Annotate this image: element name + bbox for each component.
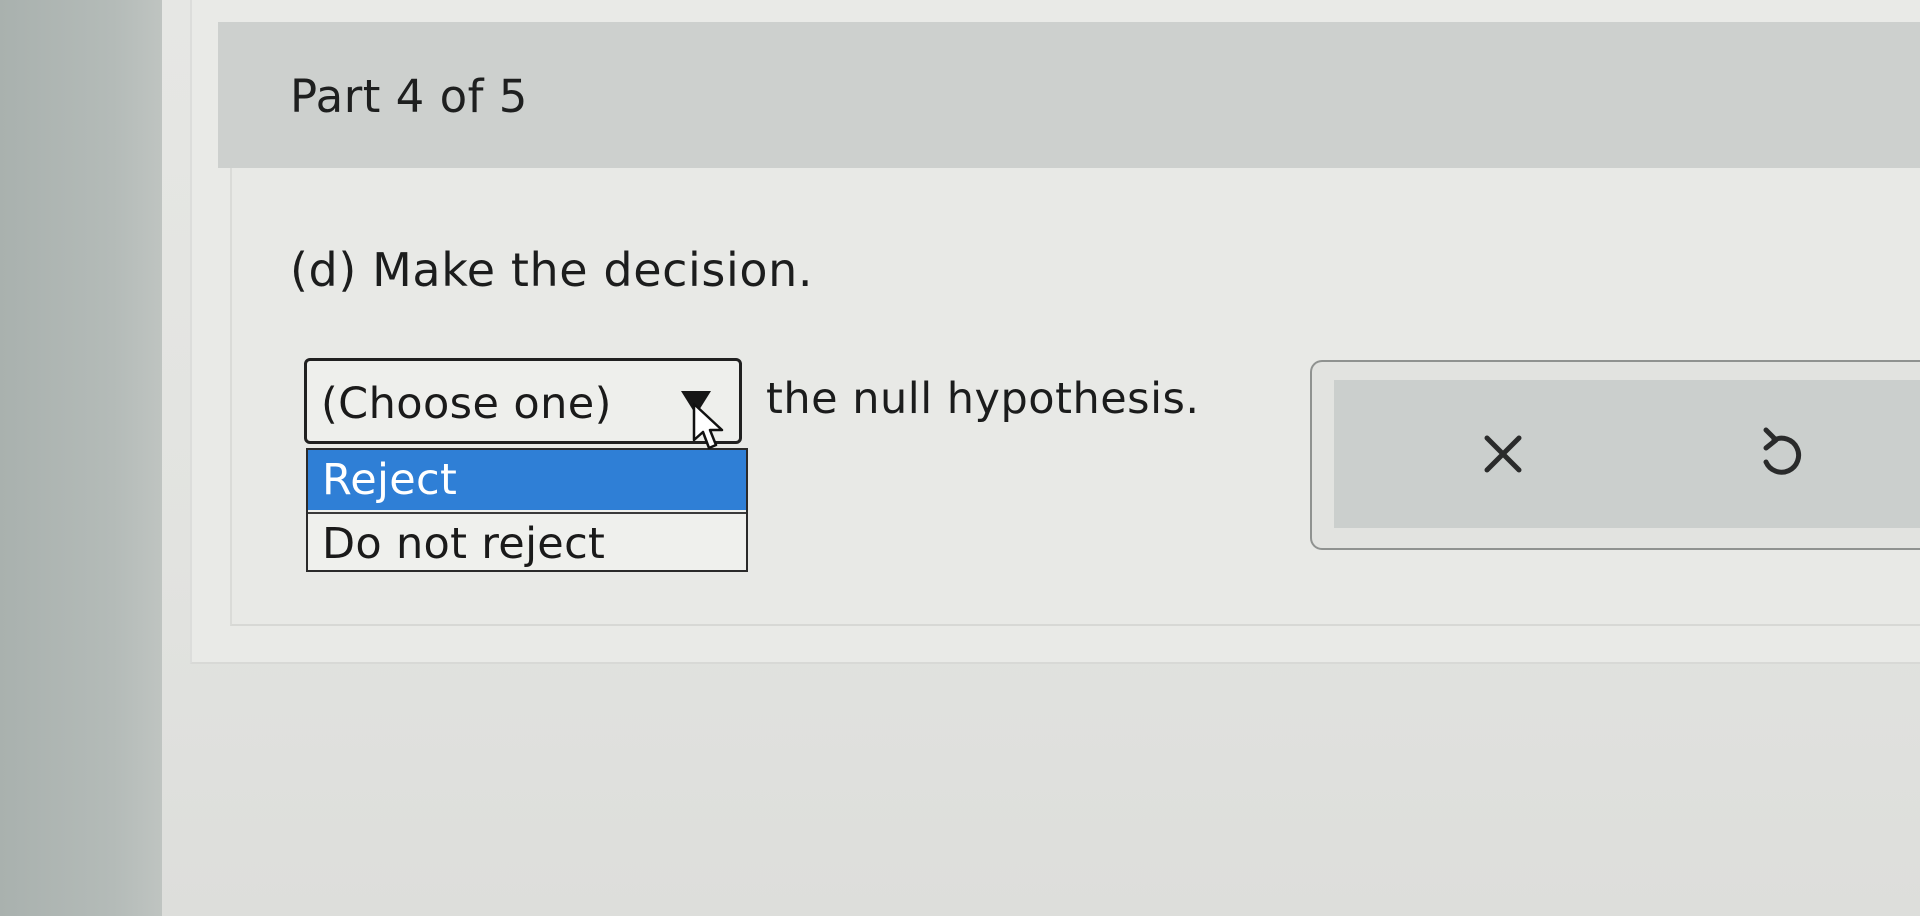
mouse-cursor-icon bbox=[692, 402, 724, 450]
part-title: Part 4 of 5 bbox=[290, 70, 528, 123]
question-prompt: (d) Make the decision. bbox=[290, 243, 814, 297]
decision-select[interactable]: (Choose one) bbox=[304, 358, 742, 444]
monitor-bezel bbox=[0, 0, 162, 916]
option-reject[interactable]: Reject bbox=[308, 450, 746, 510]
select-options-list: Reject Do not reject bbox=[306, 448, 748, 572]
action-buttons-bar bbox=[1334, 380, 1920, 528]
select-current-value: (Choose one) bbox=[321, 379, 612, 429]
answer-action-panel bbox=[1310, 360, 1920, 550]
select-trailing-text: the null hypothesis. bbox=[766, 374, 1200, 424]
option-do-not-reject[interactable]: Do not reject bbox=[308, 512, 746, 572]
undo-icon[interactable] bbox=[1744, 418, 1816, 490]
close-icon[interactable] bbox=[1467, 418, 1539, 490]
